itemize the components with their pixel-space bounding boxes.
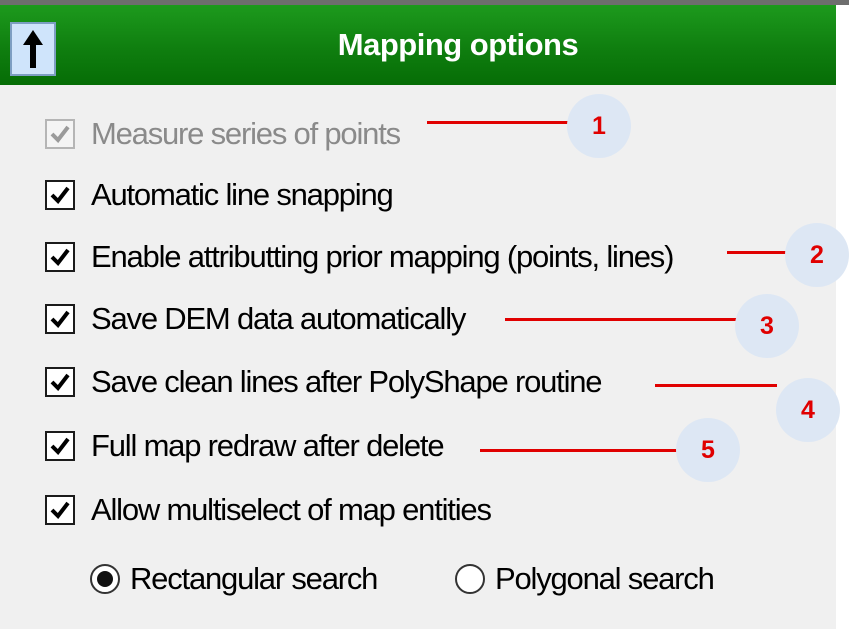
option-label: Measure series of points	[91, 116, 401, 151]
checkmark-icon	[50, 186, 70, 204]
checkbox[interactable]	[45, 180, 75, 210]
checkbox[interactable]	[45, 495, 75, 525]
option-automatic-line-snapping[interactable]: Automatic line snapping	[45, 175, 394, 215]
checkbox[interactable]	[45, 431, 75, 461]
checkmark-icon	[50, 437, 70, 455]
collapse-up-button[interactable]	[10, 22, 56, 76]
callout-2: 2	[785, 223, 849, 287]
callout-2-leader	[727, 251, 787, 254]
panel-title: Mapping options	[337, 27, 579, 62]
option-label: Save DEM data automatically	[91, 301, 466, 336]
checkmark-icon	[50, 310, 70, 328]
option-save-dem-data[interactable]: Save DEM data automatically	[45, 299, 466, 339]
option-full-map-redraw[interactable]: Full map redraw after delete	[45, 426, 445, 466]
checkbox[interactable]	[45, 304, 75, 334]
checkmark-icon	[50, 248, 70, 266]
radio-label: Polygonal search	[495, 561, 715, 596]
option-label: Allow multiselect of map entities	[91, 492, 492, 527]
checkbox[interactable]	[45, 119, 75, 149]
callout-4: 4	[776, 378, 840, 442]
option-save-clean-lines[interactable]: Save clean lines after PolyShape routine	[45, 362, 603, 402]
callout-1: 1	[567, 94, 631, 158]
radio-rectangular-search[interactable]: Rectangular search	[90, 559, 378, 599]
option-label: Enable attributting prior mapping (point…	[91, 239, 674, 274]
radio-button-selected[interactable]	[90, 564, 120, 594]
callout-3-leader	[505, 318, 737, 321]
right-edge	[836, 5, 849, 629]
radio-label: Rectangular search	[130, 561, 378, 596]
callout-5: 5	[676, 418, 740, 482]
checkmark-icon	[50, 373, 70, 391]
arrow-up-icon	[23, 30, 43, 68]
callout-4-leader	[655, 384, 777, 387]
checkbox[interactable]	[45, 242, 75, 272]
callout-1-leader	[427, 121, 569, 124]
callout-3: 3	[735, 294, 799, 358]
option-label: Automatic line snapping	[91, 177, 394, 212]
callout-5-leader	[480, 449, 678, 452]
option-allow-multiselect[interactable]: Allow multiselect of map entities	[45, 490, 492, 530]
panel-header: Mapping options	[0, 5, 836, 85]
option-measure-series-of-points[interactable]: Measure series of points	[45, 114, 401, 154]
option-label: Save clean lines after PolyShape routine	[91, 364, 603, 399]
checkbox[interactable]	[45, 367, 75, 397]
checkmark-icon	[50, 501, 70, 519]
radio-button[interactable]	[455, 564, 485, 594]
option-enable-attributing-prior-mapping[interactable]: Enable attributting prior mapping (point…	[45, 237, 674, 277]
radio-polygonal-search[interactable]: Polygonal search	[455, 559, 715, 599]
checkmark-icon	[50, 125, 70, 143]
option-label: Full map redraw after delete	[91, 428, 445, 463]
